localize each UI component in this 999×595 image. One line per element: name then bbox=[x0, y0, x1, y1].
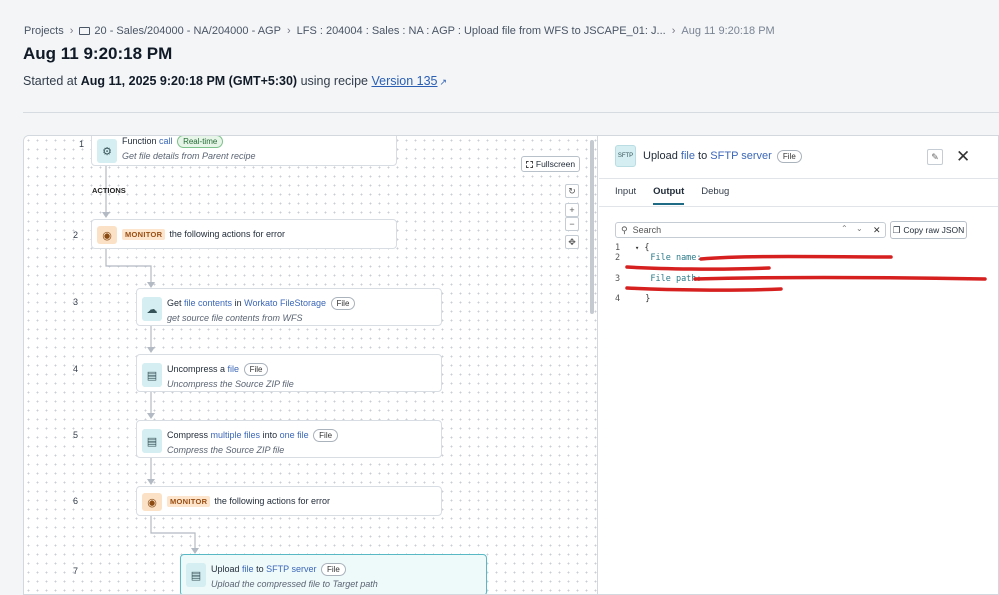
step-number: 4 bbox=[72, 364, 78, 374]
realtime-badge: Real-time bbox=[177, 136, 224, 148]
step-number: 3 bbox=[72, 297, 78, 307]
step-3-link1: file contents bbox=[184, 298, 233, 308]
step-3-link2: Workato FileStorage bbox=[244, 298, 326, 308]
step-7-mid: to bbox=[256, 564, 264, 574]
step-1-desc: Get file details from Parent recipe bbox=[122, 151, 256, 161]
subtitle-middle: using recipe bbox=[300, 74, 368, 88]
reset-zoom-icon[interactable]: ↻ bbox=[565, 184, 579, 198]
step-3-desc: get source file contents from WFS bbox=[167, 313, 303, 323]
document-icon: ▤ bbox=[142, 429, 162, 453]
step-number: 5 bbox=[72, 430, 78, 440]
step-7-link2: SFTP server bbox=[266, 564, 317, 574]
eye-icon: ◉ bbox=[142, 493, 162, 511]
step-6-card[interactable]: ◉ MONITOR the following actions for error bbox=[136, 486, 442, 516]
document-icon: ▤ bbox=[142, 363, 162, 387]
breadcrumb-timestamp: Aug 11 9:20:18 PM bbox=[681, 25, 775, 37]
step-7-link1: file bbox=[242, 564, 254, 574]
recipe-canvas[interactable]: Fullscreen ↻ + − ✥ 1 ⚙ Function call Rea… bbox=[24, 136, 598, 594]
version-link[interactable]: Version 135 bbox=[371, 74, 437, 88]
eye-icon: ◉ bbox=[97, 226, 117, 244]
redaction-marks bbox=[625, 254, 987, 292]
step-4-desc: Uncompress the Source ZIP file bbox=[167, 379, 294, 389]
canvas-scrollbar[interactable] bbox=[590, 140, 594, 314]
fullscreen-button[interactable]: Fullscreen bbox=[521, 156, 580, 172]
actions-label: ACTIONS bbox=[92, 186, 126, 195]
chevron-right-icon: › bbox=[286, 25, 291, 37]
chevron-right-icon: › bbox=[671, 25, 676, 37]
step-5-card[interactable]: ▤ Compress multiple files into one file … bbox=[136, 420, 442, 458]
file-badge: File bbox=[330, 297, 356, 310]
step-number: 1 bbox=[78, 139, 84, 149]
step-2-card[interactable]: ◉ MONITOR the following actions for error bbox=[91, 219, 397, 249]
monitor-tag: MONITOR bbox=[122, 229, 166, 240]
divider bbox=[23, 112, 999, 113]
step-4-pre: Uncompress a bbox=[167, 364, 226, 374]
zoom-in-icon[interactable]: + bbox=[565, 203, 579, 217]
step-7-pre: Upload bbox=[211, 564, 240, 574]
step-5-pre: Compress bbox=[167, 430, 209, 440]
file-badge: File bbox=[243, 363, 269, 376]
chevron-right-icon: › bbox=[69, 25, 74, 37]
step-2-text: the following actions for error bbox=[169, 229, 285, 239]
start-datetime: Aug 11, 2025 9:20:18 PM (GMT+5:30) bbox=[80, 74, 298, 88]
function-icon: ⚙ bbox=[97, 139, 117, 163]
fullscreen-icon bbox=[525, 160, 533, 168]
step-3-mid: in bbox=[234, 298, 242, 308]
external-link-icon: ↗ bbox=[439, 77, 448, 87]
monitor-tag: MONITOR bbox=[167, 496, 211, 507]
zoom-out-icon[interactable]: − bbox=[565, 217, 579, 231]
step-detail-panel: SFTP Upload file to SFTP server File ✎ ✕… bbox=[599, 136, 998, 594]
step-4-card[interactable]: ▤ Uncompress a file File Uncompress the … bbox=[136, 354, 442, 392]
breadcrumb-folder[interactable]: 20 - Sales/204000 - NA/204000 - AGP bbox=[94, 25, 281, 37]
fullscreen-label: Fullscreen bbox=[535, 159, 576, 169]
breadcrumb: Projects › 20 - Sales/204000 - NA/204000… bbox=[24, 24, 775, 38]
file-badge: File bbox=[320, 563, 346, 576]
step-5-mid: into bbox=[262, 430, 278, 440]
page-title: Aug 11 9:20:18 PM bbox=[23, 44, 173, 63]
breadcrumb-projects[interactable]: Projects bbox=[24, 25, 64, 37]
filestorage-icon: ☁ bbox=[142, 297, 162, 321]
step-4-link1: file bbox=[227, 364, 240, 374]
step-7-card[interactable]: ▤ Upload file to SFTP server File Upload… bbox=[180, 554, 487, 594]
step-number: 7 bbox=[72, 566, 78, 576]
step-1-word: Function bbox=[122, 136, 157, 146]
breadcrumb-recipe[interactable]: LFS : 204004 : Sales : NA : AGP : Upload… bbox=[297, 25, 666, 37]
step-3-card[interactable]: ☁ Get file contents in Workato FileStora… bbox=[136, 288, 442, 326]
page-subtitle: Started at Aug 11, 2025 9:20:18 PM (GMT+… bbox=[23, 74, 447, 88]
step-number: 2 bbox=[72, 230, 78, 240]
job-panel: Fullscreen ↻ + − ✥ 1 ⚙ Function call Rea… bbox=[23, 135, 999, 595]
step-5-desc: Compress the Source ZIP file bbox=[167, 445, 285, 455]
fit-view-icon[interactable]: ✥ bbox=[565, 235, 579, 249]
step-number: 6 bbox=[72, 496, 78, 506]
sftp-icon: ▤ bbox=[186, 563, 206, 587]
step-6-text: the following actions for error bbox=[214, 496, 330, 506]
step-5-link2: one file bbox=[279, 430, 309, 440]
step-3-pre: Get bbox=[167, 298, 182, 308]
step-1-card[interactable]: ⚙ Function call Real-time Get file detai… bbox=[91, 136, 397, 166]
file-badge: File bbox=[313, 429, 339, 442]
step-1-link: call bbox=[159, 136, 173, 146]
folder-icon bbox=[79, 27, 91, 35]
step-7-desc: Upload the compressed file to Target pat… bbox=[211, 579, 378, 589]
step-5-link1: multiple files bbox=[210, 430, 261, 440]
subtitle-prefix: Started at bbox=[23, 74, 78, 88]
